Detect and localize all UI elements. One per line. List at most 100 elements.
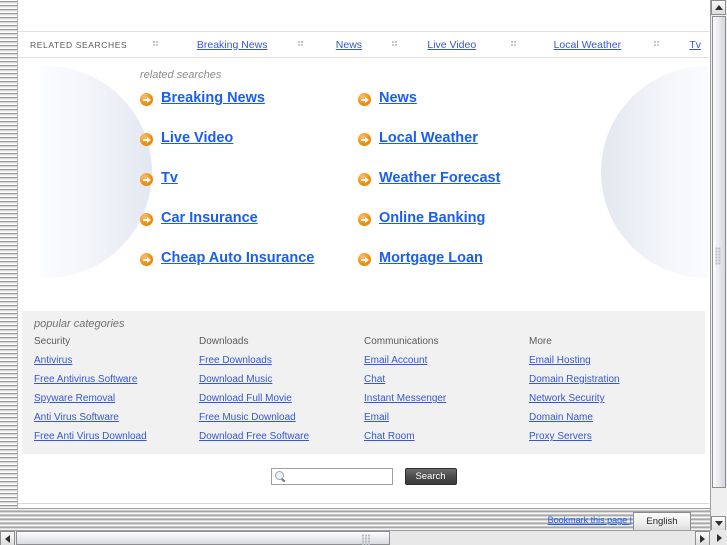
grip-dots-icon xyxy=(715,247,723,265)
dot-grid-separator-icon xyxy=(297,41,305,48)
related-link-news[interactable]: News xyxy=(379,90,417,107)
category-link[interactable]: Proxy Servers xyxy=(529,431,694,442)
category-column-downloads: Downloads Free Downloads Download Music … xyxy=(199,336,364,450)
left-striped-gutter xyxy=(0,0,18,508)
related-link-breaking-news[interactable]: Breaking News xyxy=(161,90,265,107)
bottom-status-bar: Bookmark this page | English xyxy=(0,508,710,531)
popular-categories-columns: Security Antivirus Free Antivirus Softwa… xyxy=(34,336,694,450)
magnifier-icon xyxy=(274,471,286,482)
category-heading: More xyxy=(529,336,552,347)
related-link-weather-forecast[interactable]: Weather Forecast xyxy=(379,170,500,187)
related-search-item[interactable]: Weather Forecast xyxy=(358,170,608,210)
orange-arrow-icon xyxy=(140,93,153,106)
bookmark-this-page-link[interactable]: Bookmark this page | xyxy=(548,515,632,525)
horizontal-scrollbar-thumb[interactable] xyxy=(16,531,390,545)
popular-categories-panel: popular categories Security Antivirus Fr… xyxy=(22,311,705,454)
category-link[interactable]: Domain Name xyxy=(529,412,694,423)
category-column-security: Security Antivirus Free Antivirus Softwa… xyxy=(34,336,199,450)
related-searches-label: RELATED SEARCHES xyxy=(30,39,128,50)
category-link[interactable]: Email Hosting xyxy=(529,355,694,366)
search-row: Search xyxy=(18,468,709,485)
topbar-link-3-wrap[interactable]: Local Weather xyxy=(541,39,634,51)
topbar-link-breaking-news[interactable]: Breaking News xyxy=(197,39,268,51)
page-content: RELATED SEARCHES Breaking News News Live… xyxy=(18,0,709,508)
related-link-local-weather[interactable]: Local Weather xyxy=(379,130,478,147)
decorative-half-circle-right xyxy=(601,66,709,278)
language-selector[interactable]: English xyxy=(633,512,691,531)
search-input[interactable] xyxy=(285,470,422,483)
related-link-tv[interactable]: Tv xyxy=(161,170,178,187)
related-searches-heading: related searches xyxy=(140,69,222,81)
related-link-car-insurance[interactable]: Car Insurance xyxy=(161,210,258,227)
search-field-wrapper[interactable] xyxy=(270,468,422,485)
category-link[interactable]: Free Music Download xyxy=(199,412,364,423)
category-link[interactable]: Free Antivirus Software xyxy=(34,374,199,385)
triangle-up-icon xyxy=(714,5,723,10)
dot-grid-separator-icon xyxy=(654,41,661,48)
topbar-link-1-wrap[interactable]: News xyxy=(323,39,374,51)
scroll-down-button[interactable] xyxy=(711,516,726,531)
related-search-item[interactable]: Tv xyxy=(140,170,358,210)
related-link-cheap-auto-insurance[interactable]: Cheap Auto Insurance xyxy=(161,250,314,267)
related-search-item[interactable]: Mortgage Loan xyxy=(358,250,608,290)
category-link[interactable]: Domain Registration xyxy=(529,374,694,385)
category-link[interactable]: Download Free Software xyxy=(199,431,364,442)
category-link[interactable]: Anti Virus Software xyxy=(34,412,199,423)
topbar-link-live-video[interactable]: Live Video xyxy=(427,39,476,51)
orange-arrow-icon xyxy=(140,133,153,146)
related-searches-bar: RELATED SEARCHES Breaking News News Live… xyxy=(18,31,709,58)
horizontal-scrollbar[interactable] xyxy=(0,530,727,545)
related-link-live-video[interactable]: Live Video xyxy=(161,130,233,147)
topbar-link-news[interactable]: News xyxy=(336,39,362,51)
related-search-item[interactable]: News xyxy=(358,90,608,130)
topbar-link-tv[interactable]: Tv xyxy=(689,39,701,51)
category-link[interactable]: Chat Room xyxy=(364,431,529,442)
resize-corner[interactable] xyxy=(711,530,727,545)
related-link-online-banking[interactable]: Online Banking xyxy=(379,210,485,227)
category-heading: Communications xyxy=(364,336,439,347)
triangle-left-icon xyxy=(5,534,10,543)
separator-1 xyxy=(127,41,184,48)
category-link[interactable]: Chat xyxy=(364,374,529,385)
category-link[interactable]: Free Downloads xyxy=(199,355,364,366)
related-search-item[interactable]: Breaking News xyxy=(140,90,358,130)
category-link[interactable]: Spyware Removal xyxy=(34,393,199,404)
scroll-up-button[interactable] xyxy=(711,0,726,15)
resize-grip-icon xyxy=(716,533,722,542)
topbar-link-4-wrap[interactable]: Tv xyxy=(681,39,709,51)
orange-arrow-icon xyxy=(358,93,371,106)
category-link[interactable]: Antivirus xyxy=(34,355,199,366)
topbar-link-2-wrap[interactable]: Live Video xyxy=(416,39,487,51)
scroll-left-button[interactable] xyxy=(0,531,15,545)
related-search-item[interactable]: Online Banking xyxy=(358,210,608,250)
category-link[interactable]: Email Account xyxy=(364,355,529,366)
category-link[interactable]: Download Full Movie xyxy=(199,393,364,404)
vertical-scrollbar[interactable] xyxy=(710,0,727,531)
triangle-down-icon xyxy=(714,521,723,526)
separator-5 xyxy=(634,41,681,48)
category-link[interactable]: Email xyxy=(364,412,529,423)
topbar-link-0-wrap[interactable]: Breaking News xyxy=(185,39,280,51)
related-link-mortgage-loan[interactable]: Mortgage Loan xyxy=(379,250,483,267)
browser-window: RELATED SEARCHES Breaking News News Live… xyxy=(0,0,727,545)
category-link[interactable]: Download Music xyxy=(199,374,364,385)
orange-arrow-icon xyxy=(358,253,371,266)
category-link[interactable]: Instant Messenger xyxy=(364,393,529,404)
category-link[interactable]: Free Anti Virus Download xyxy=(34,431,199,442)
related-searches-row: Live Video Local Weather xyxy=(140,130,610,170)
scroll-right-button[interactable] xyxy=(695,531,710,545)
category-link[interactable]: Network Security xyxy=(529,393,694,404)
related-searches-row: Cheap Auto Insurance Mortgage Loan xyxy=(140,250,610,290)
related-search-item[interactable]: Local Weather xyxy=(358,130,608,170)
related-search-item[interactable]: Car Insurance xyxy=(140,210,358,250)
orange-arrow-icon xyxy=(358,213,371,226)
topbar-link-local-weather[interactable]: Local Weather xyxy=(554,39,622,51)
decorative-half-circle-left xyxy=(40,66,152,278)
category-heading: Security xyxy=(34,336,71,347)
page-bottom-divider xyxy=(18,503,709,504)
orange-arrow-icon xyxy=(358,133,371,146)
related-searches-row: Car Insurance Online Banking xyxy=(140,210,610,250)
vertical-scrollbar-thumb[interactable] xyxy=(712,16,726,488)
related-search-item[interactable]: Live Video xyxy=(140,130,358,170)
related-search-item[interactable]: Cheap Auto Insurance xyxy=(140,250,358,290)
